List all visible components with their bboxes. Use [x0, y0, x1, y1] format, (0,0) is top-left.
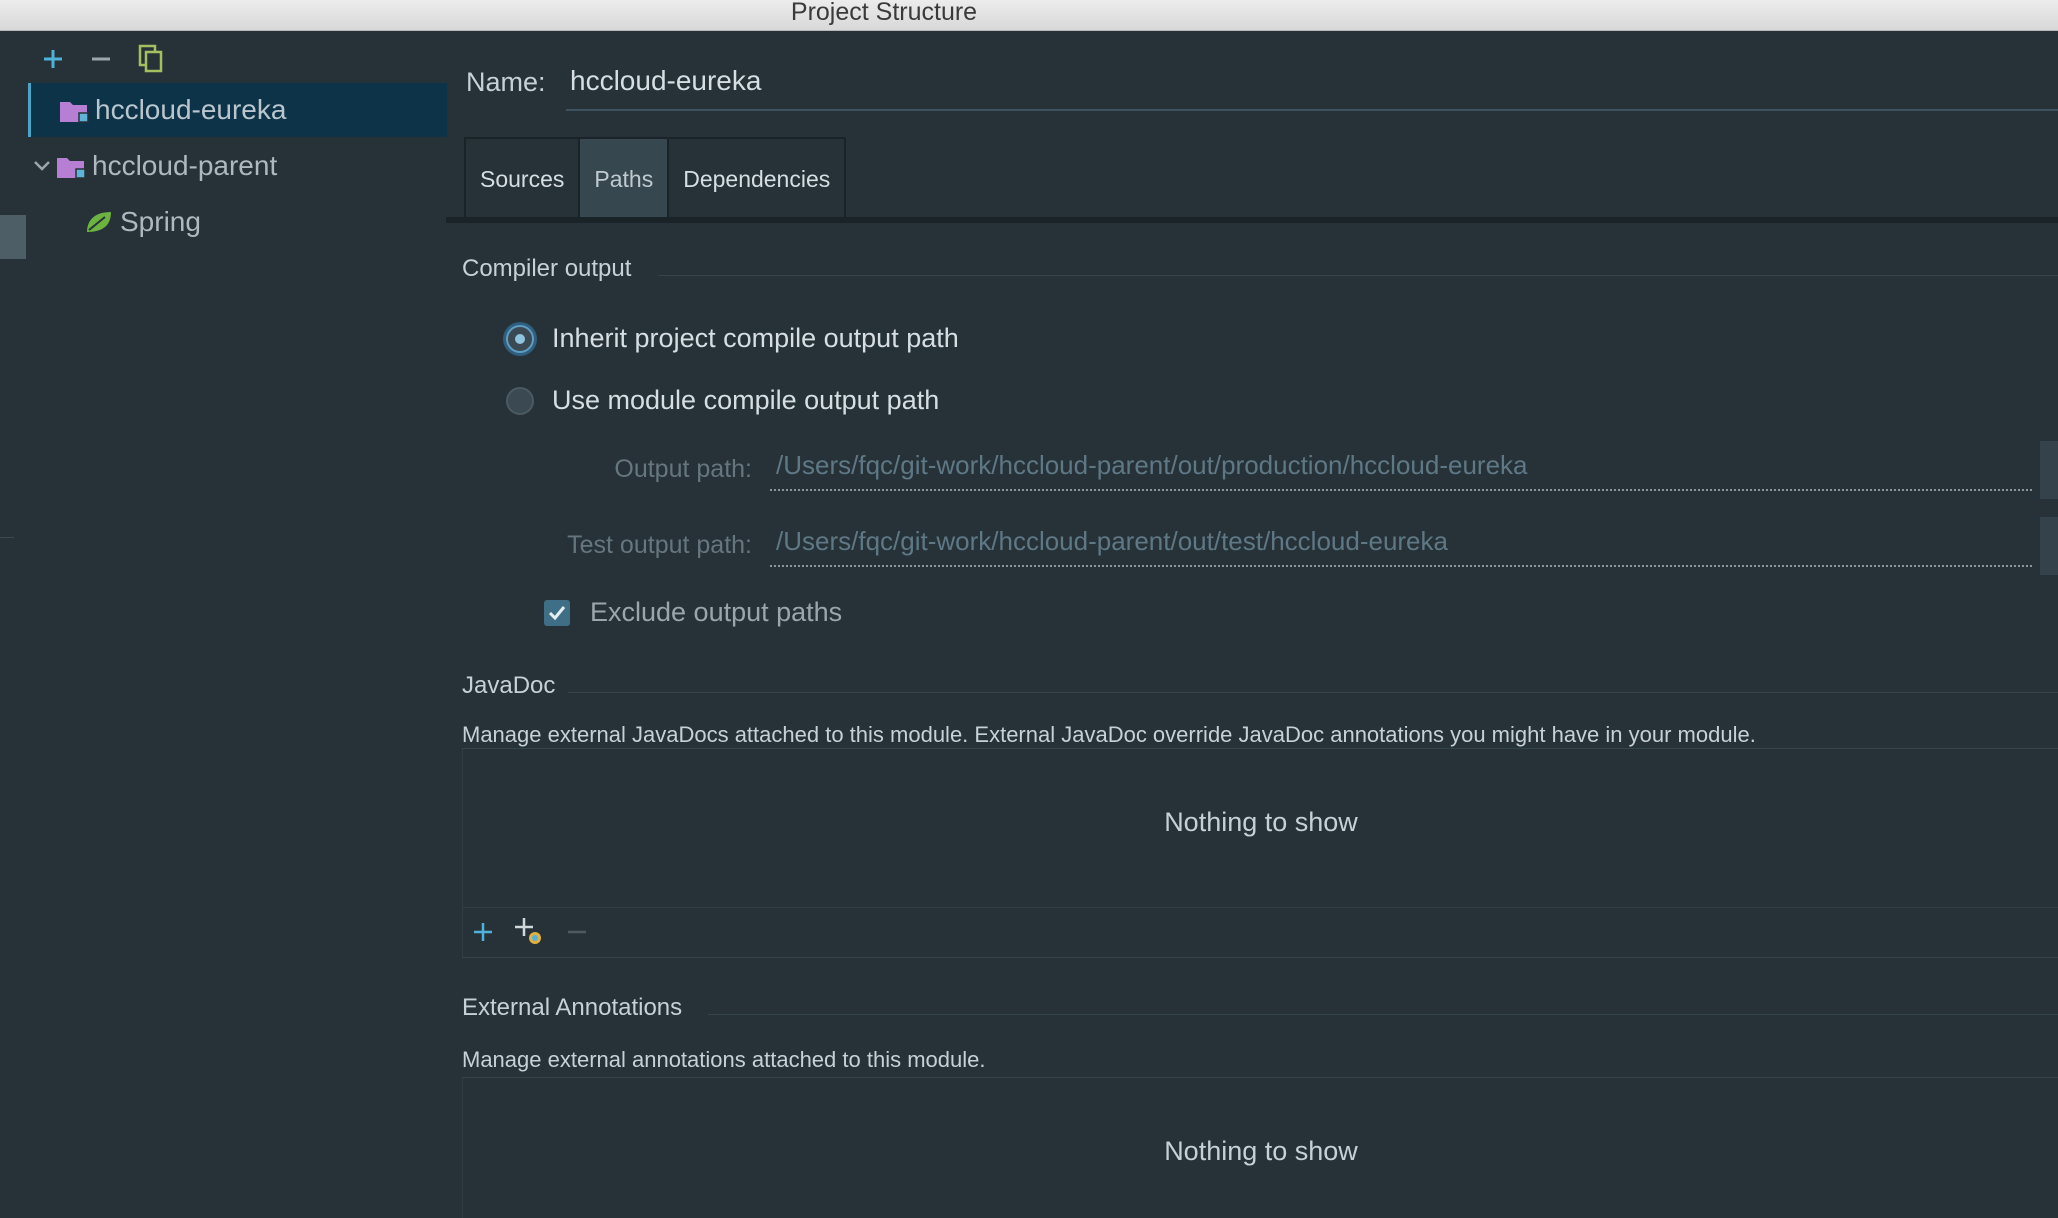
radio-selected-icon[interactable] [506, 324, 534, 353]
divider [0, 537, 14, 538]
module-output-radio[interactable]: Use module compile output path [506, 385, 939, 416]
title-bar: Project Structure [0, 0, 2058, 31]
checkbox-label: Exclude output paths [590, 597, 843, 627]
spring-leaf-icon [84, 209, 114, 235]
add-icon[interactable] [465, 914, 501, 950]
tree-item-label: Spring [120, 206, 201, 237]
tree-scrollbar[interactable] [0, 215, 26, 259]
tree-item-hccloud-parent[interactable]: hccloud-parent [28, 139, 444, 193]
divider [658, 275, 2058, 276]
tree-item-label: hccloud-parent [92, 150, 278, 181]
module-tabs: Sources Paths Dependencies [464, 137, 847, 219]
output-path-field[interactable]: /Users/fqc/git-work/hccloud-parent/out/p… [770, 445, 2032, 491]
module-settings-panel: Name: hccloud-eureka Sources Paths Depen… [446, 31, 2058, 1218]
compiler-output-title: Compiler output [462, 255, 632, 282]
window-title: Project Structure [790, 0, 978, 26]
tab-dependencies[interactable]: Dependencies [667, 137, 847, 219]
divider [708, 1014, 2058, 1015]
checkmark-icon[interactable] [544, 599, 570, 626]
inherit-output-radio[interactable]: Inherit project compile output path [506, 323, 959, 354]
browse-button[interactable] [2040, 441, 2058, 499]
name-label: Name: [466, 67, 546, 97]
tab-sources[interactable]: Sources [464, 137, 581, 219]
external-annotations-title: External Annotations [462, 994, 683, 1021]
module-tree-panel: hccloud-eureka hccloud-parent Spring [0, 31, 447, 1218]
external-annotations-description: Manage external annotations attached to … [462, 1047, 986, 1072]
exclude-output-checkbox[interactable]: Exclude output paths [544, 597, 842, 628]
remove-icon[interactable] [84, 41, 118, 77]
test-output-path-field[interactable]: /Users/fqc/git-work/hccloud-parent/out/t… [770, 521, 2032, 567]
add-url-icon[interactable] [511, 914, 547, 950]
module-folder-icon [56, 154, 86, 179]
tree-item-hccloud-eureka[interactable]: hccloud-eureka [28, 83, 447, 137]
remove-icon[interactable] [559, 914, 595, 950]
tab-paths[interactable]: Paths [578, 137, 670, 219]
add-icon[interactable] [36, 41, 70, 77]
tree-item-spring[interactable]: Spring [28, 195, 444, 249]
module-name-field[interactable]: hccloud-eureka [566, 59, 2058, 111]
radio-unselected-icon[interactable] [506, 386, 534, 415]
output-path-label: Output path: [614, 455, 752, 483]
divider [568, 692, 2058, 693]
tab-underline [446, 217, 2058, 223]
javadoc-toolbar [462, 907, 2058, 958]
empty-list-text: Nothing to show [1164, 1136, 1358, 1166]
module-folder-icon [59, 98, 89, 123]
external-annotations-list[interactable]: Nothing to show [462, 1078, 2058, 1218]
javadoc-title: JavaDoc [462, 672, 556, 699]
radio-label: Use module compile output path [552, 385, 940, 415]
javadoc-description: Manage external JavaDocs attached to thi… [462, 722, 1756, 747]
chevron-down-icon[interactable] [28, 160, 56, 172]
empty-list-text: Nothing to show [1164, 807, 1358, 837]
javadoc-list[interactable]: Nothing to show [462, 749, 2058, 907]
radio-label: Inherit project compile output path [552, 323, 959, 353]
divider [462, 957, 2058, 958]
test-output-path-label: Test output path: [567, 531, 752, 559]
copy-icon[interactable] [134, 41, 168, 77]
browse-button[interactable] [2040, 517, 2058, 575]
tree-item-label: hccloud-eureka [95, 94, 287, 125]
